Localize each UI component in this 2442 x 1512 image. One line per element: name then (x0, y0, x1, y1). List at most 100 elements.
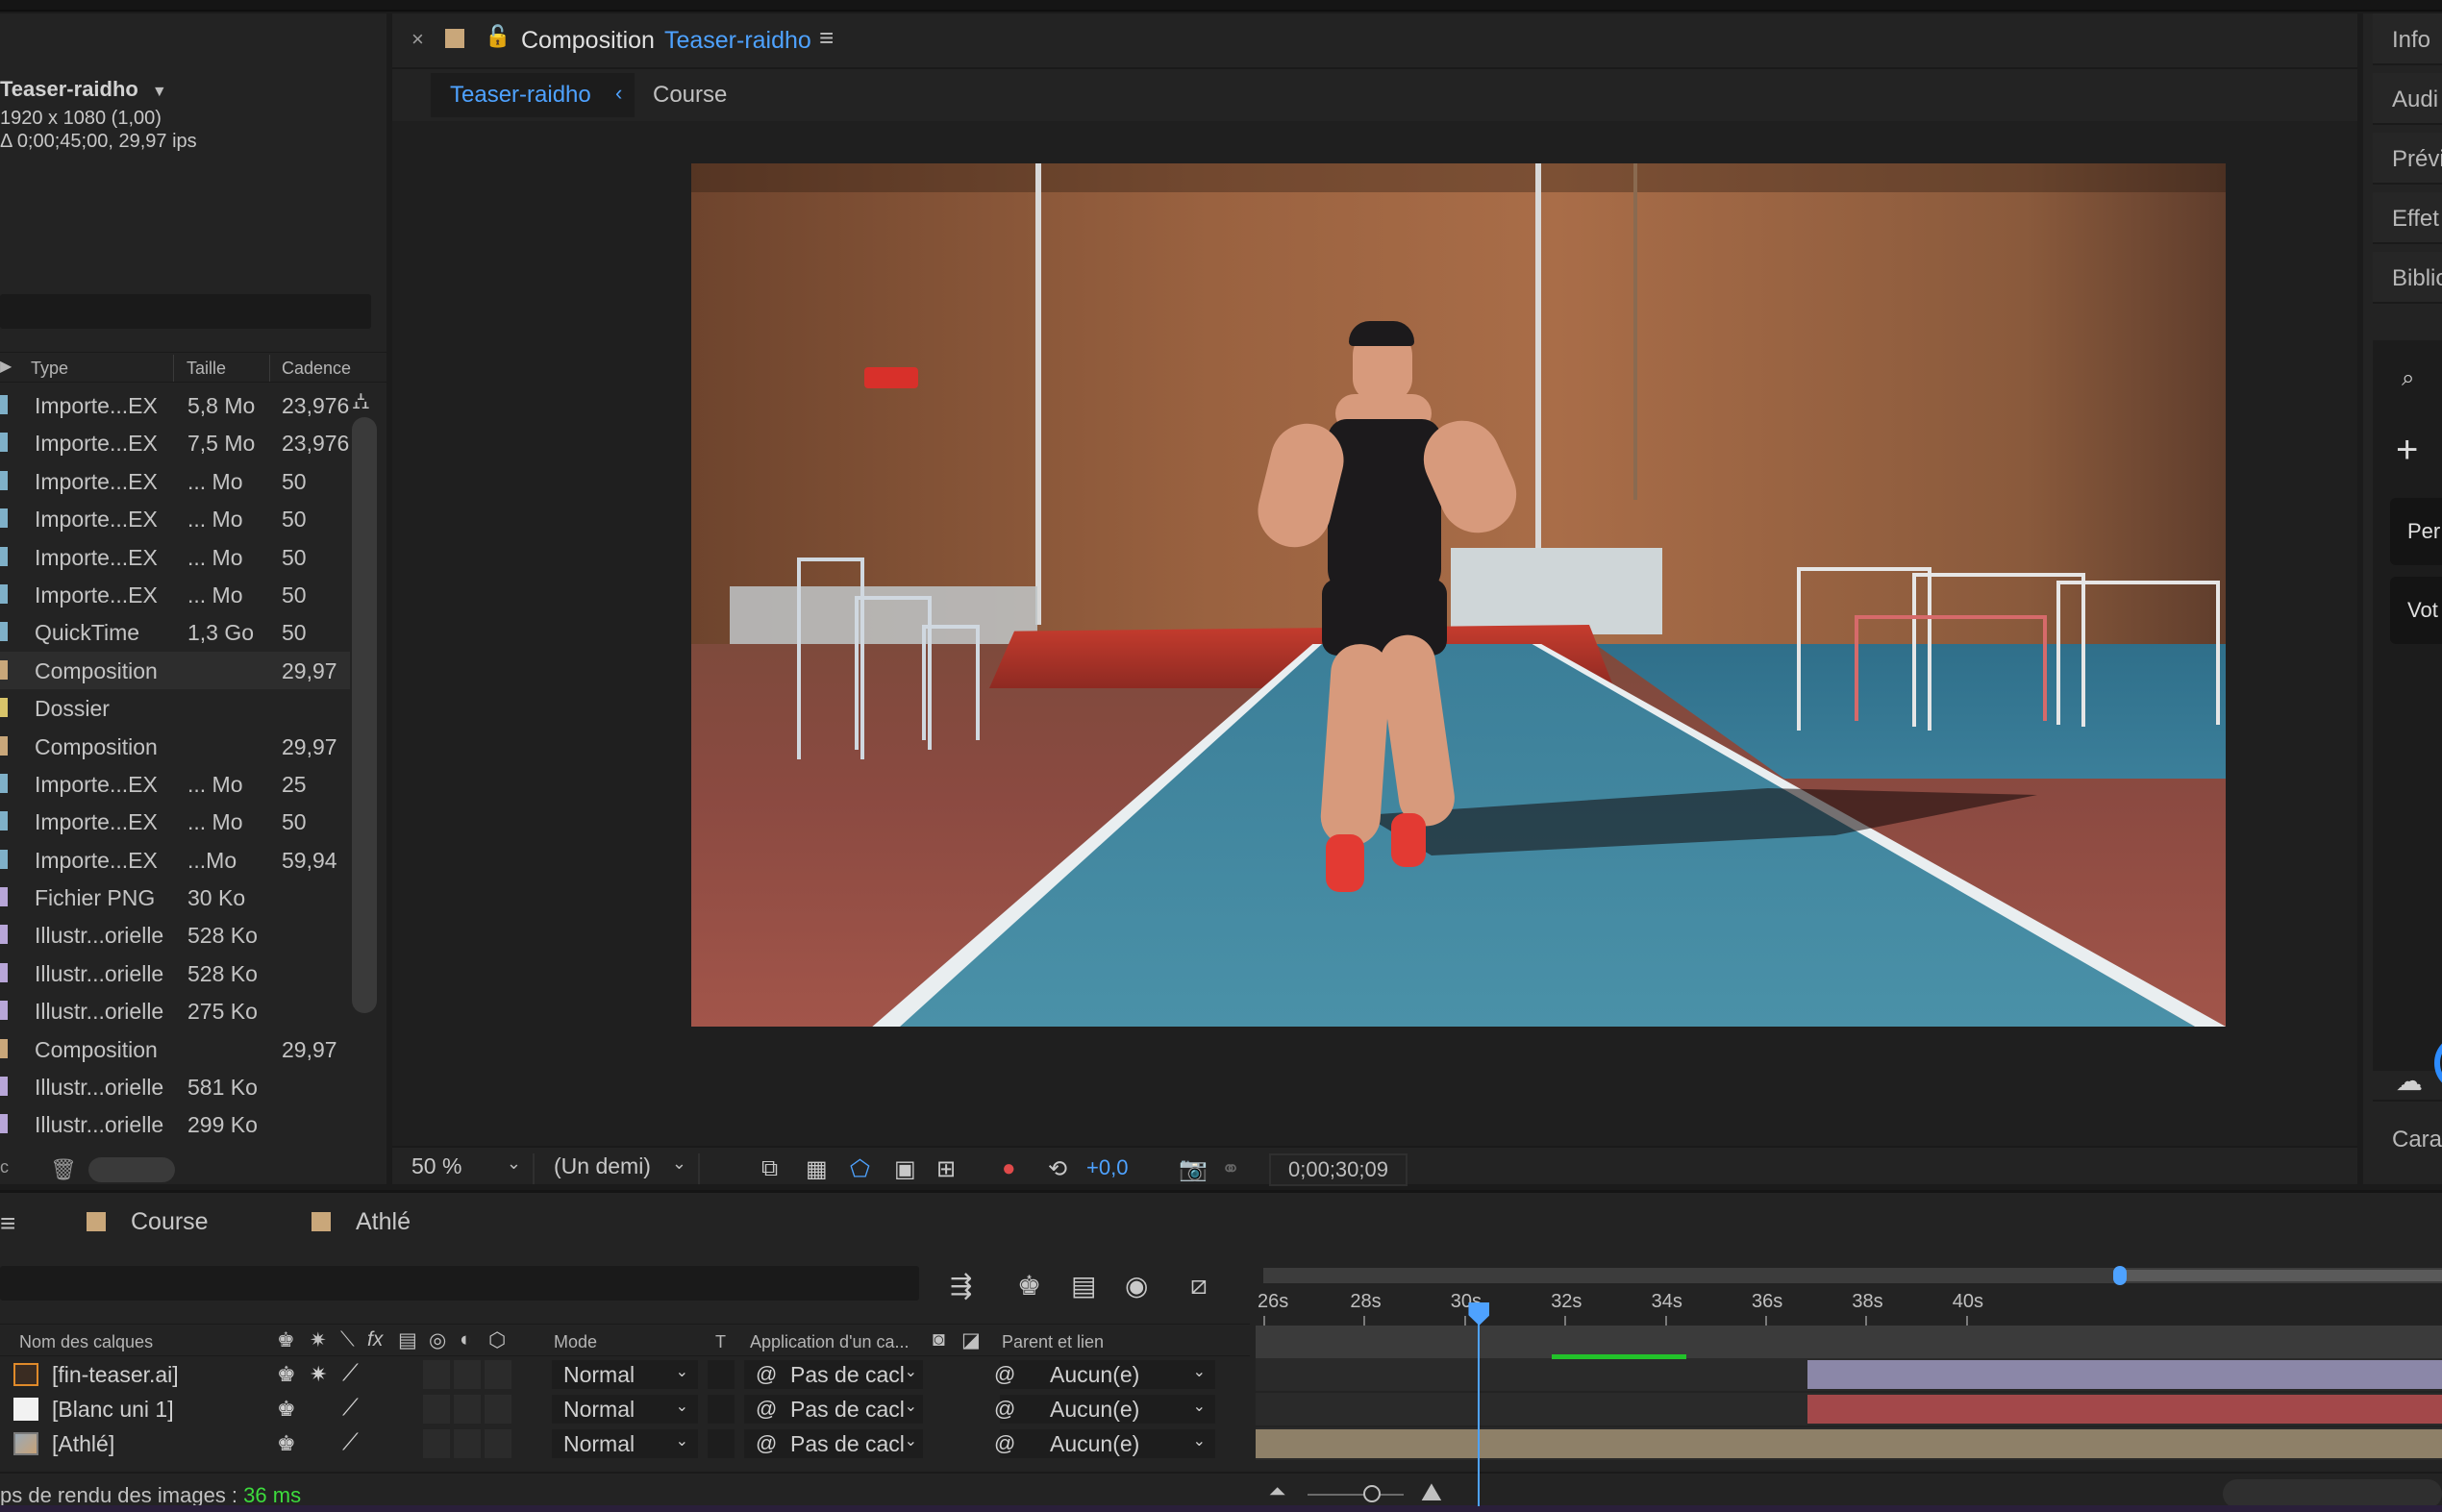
blend-mode-dropdown[interactable]: Normal ⌄ (552, 1395, 698, 1424)
layer-row[interactable]: [fin-teaser.ai] ♚ ✷ ⟋ Normal ⌄ @ Pas de cacl ⌄ @ A… (0, 1358, 1256, 1391)
layer-row[interactable]: [Blanc uni 1] ♚ ⟋ Normal ⌄ @ Pas de cacl ⌄ @ Aucu… (0, 1393, 1256, 1425)
label-color-swatch[interactable] (0, 1001, 8, 1021)
project-item-row[interactable]: Importe...EX ... Mo 25 (0, 765, 350, 803)
time-ruler-strip[interactable] (1256, 1326, 2442, 1358)
switch-cell[interactable] (454, 1395, 481, 1424)
shy-switch-icon[interactable]: ♚ (277, 1362, 296, 1387)
region-of-interest-icon[interactable]: ▣ (894, 1155, 916, 1183)
label-color-swatch[interactable] (0, 849, 8, 869)
preserve-transparency-toggle[interactable] (708, 1429, 735, 1458)
column-type[interactable]: Type (31, 359, 68, 379)
breadcrumb-item-teaser[interactable]: Teaser-raidho (431, 73, 635, 117)
switch-cell[interactable] (423, 1429, 450, 1458)
project-item-row[interactable]: Illustr...orielle 528 Ko (0, 916, 350, 954)
project-item-row[interactable]: Composition 29,97 (0, 728, 350, 765)
grid-guides-icon[interactable]: ⊞ (936, 1155, 956, 1183)
layer-name[interactable]: [fin-teaser.ai] (52, 1362, 179, 1388)
project-item-row[interactable]: Importe...EX 5,8 Mo 23,976 (0, 386, 350, 424)
label-color-swatch[interactable] (0, 395, 8, 414)
label-color-swatch[interactable] (0, 773, 8, 793)
label-color-swatch[interactable] (0, 546, 8, 566)
shy-switch-icon[interactable]: ♚ (277, 1431, 296, 1456)
lock-icon[interactable]: 🔓 (485, 24, 511, 49)
composition-viewer[interactable] (392, 121, 2357, 1146)
composition-tab[interactable]: Composition Teaser-raidho (521, 27, 811, 55)
project-item-row[interactable]: Importe...EX ... Mo 50 (0, 462, 350, 500)
hamburger-menu-icon[interactable]: ≡ (819, 23, 834, 53)
pick-whip-icon[interactable]: @ (756, 1397, 777, 1422)
zoom-slider-track[interactable] (1308, 1494, 1404, 1496)
project-item-row[interactable]: QuickTime 1,3 Go 50 (0, 613, 350, 651)
switch-cell[interactable] (454, 1429, 481, 1458)
tab-preview[interactable]: Prévi (2373, 133, 2442, 185)
layer-name[interactable]: [Blanc uni 1] (52, 1397, 174, 1423)
label-color-swatch[interactable] (0, 622, 8, 642)
layer-track[interactable] (1256, 1393, 2442, 1425)
track-matte-dropdown[interactable]: @ Pas de cacl ⌄ (744, 1429, 923, 1458)
graph-editor-icon[interactable]: ⧄ (1190, 1270, 1208, 1301)
project-footer-slider[interactable] (88, 1157, 175, 1182)
timeline-search-input[interactable] (0, 1266, 919, 1301)
label-color-swatch[interactable] (0, 887, 8, 907)
quality-switch-icon[interactable]: ⟋ (342, 1429, 359, 1456)
label-color-swatch[interactable] (0, 659, 8, 680)
playhead-line[interactable] (1478, 1324, 1481, 1506)
switch-cell[interactable] (485, 1360, 511, 1389)
current-time-display[interactable]: 0;00;30;09 (1269, 1153, 1408, 1186)
switch-cell[interactable] (485, 1429, 511, 1458)
project-item-row[interactable]: Fichier PNG 30 Ko (0, 879, 350, 916)
column-size[interactable]: Taille (187, 359, 226, 379)
project-scrollbar[interactable] (352, 417, 377, 1013)
tab-info[interactable]: Info (2373, 13, 2442, 65)
label-color-swatch[interactable] (0, 433, 8, 453)
trash-icon[interactable]: 🗑 (50, 1157, 77, 1182)
layer-duration-bar[interactable] (1807, 1395, 2442, 1424)
library-card[interactable]: Vot (2390, 577, 2442, 644)
timeline-scrollbar[interactable] (2223, 1479, 2442, 1508)
label-color-swatch[interactable] (0, 470, 8, 490)
flowchart-icon[interactable]: ⛼ (352, 388, 370, 417)
label-color-swatch[interactable] (0, 811, 8, 831)
layer-row[interactable]: [Athlé] ♚ ⟋ Normal ⌄ @ Pas de cacl ⌄ @ Aucun(e) ⌄ (0, 1427, 1256, 1460)
project-item-row[interactable]: Illustr...orielle 528 Ko (0, 954, 350, 992)
quality-switch-icon[interactable]: ⟋ (342, 1395, 359, 1422)
label-color-swatch[interactable] (0, 925, 8, 945)
resolution-dropdown[interactable]: (Un demi) ⌄ (542, 1153, 700, 1184)
label-color-swatch[interactable] (0, 1038, 8, 1058)
exposure-value[interactable]: +0,0 (1086, 1155, 1128, 1180)
pick-whip-icon[interactable]: @ (756, 1431, 777, 1456)
pick-whip-icon[interactable]: @ (994, 1362, 1015, 1387)
project-item-row[interactable]: Importe...EX ... Mo 50 (0, 803, 350, 840)
hamburger-menu-icon[interactable]: ≡ (0, 1208, 15, 1239)
motion-blur-icon[interactable]: ◉ (1125, 1270, 1148, 1301)
preserve-transparency-toggle[interactable] (708, 1360, 735, 1389)
project-item-row[interactable]: Dossier (0, 689, 350, 727)
time-ruler[interactable]: 26s 28s 30s 32s 34s 36s 38s 40s (1256, 1266, 2442, 1506)
label-color-swatch[interactable] (0, 583, 8, 604)
mask-path-icon[interactable]: ⬠ (850, 1155, 870, 1183)
project-item-row[interactable]: Illustr...orielle 581 Ko (0, 1068, 350, 1105)
pick-whip-icon[interactable]: @ (994, 1431, 1015, 1456)
blend-mode-dropdown[interactable]: Normal ⌄ (552, 1360, 698, 1389)
close-icon[interactable]: × (411, 27, 424, 52)
project-item-row[interactable]: Importe...EX ...Mo 59,94 (0, 841, 350, 879)
column-parent[interactable]: Parent et lien (1002, 1332, 1104, 1352)
chevron-down-icon[interactable]: ▼ (152, 84, 167, 100)
composition-flowchart-icon[interactable]: ⇶ (950, 1270, 972, 1301)
project-search-input[interactable] (0, 294, 371, 329)
layer-duration-bar[interactable] (1807, 1360, 2442, 1389)
layer-track[interactable] (1256, 1358, 2442, 1391)
label-color-swatch[interactable] (0, 1114, 8, 1134)
zoom-in-icon[interactable]: ⛰ (1421, 1477, 1442, 1508)
layer-track[interactable] (1256, 1427, 2442, 1460)
switch-cell[interactable] (423, 1360, 450, 1389)
add-library-icon[interactable]: + (2396, 429, 2418, 472)
column-mode[interactable]: Mode (554, 1332, 597, 1352)
column-track-matte[interactable]: T (715, 1332, 726, 1352)
label-color-swatch[interactable] (0, 735, 8, 756)
project-item-row[interactable]: Importe...EX ... Mo 50 (0, 500, 350, 537)
fast-previews-icon[interactable]: ⧉ (761, 1155, 778, 1182)
playhead-handle[interactable] (1468, 1302, 1490, 1326)
label-color-swatch[interactable] (0, 1077, 8, 1097)
zoom-slider-thumb[interactable] (1363, 1485, 1381, 1502)
